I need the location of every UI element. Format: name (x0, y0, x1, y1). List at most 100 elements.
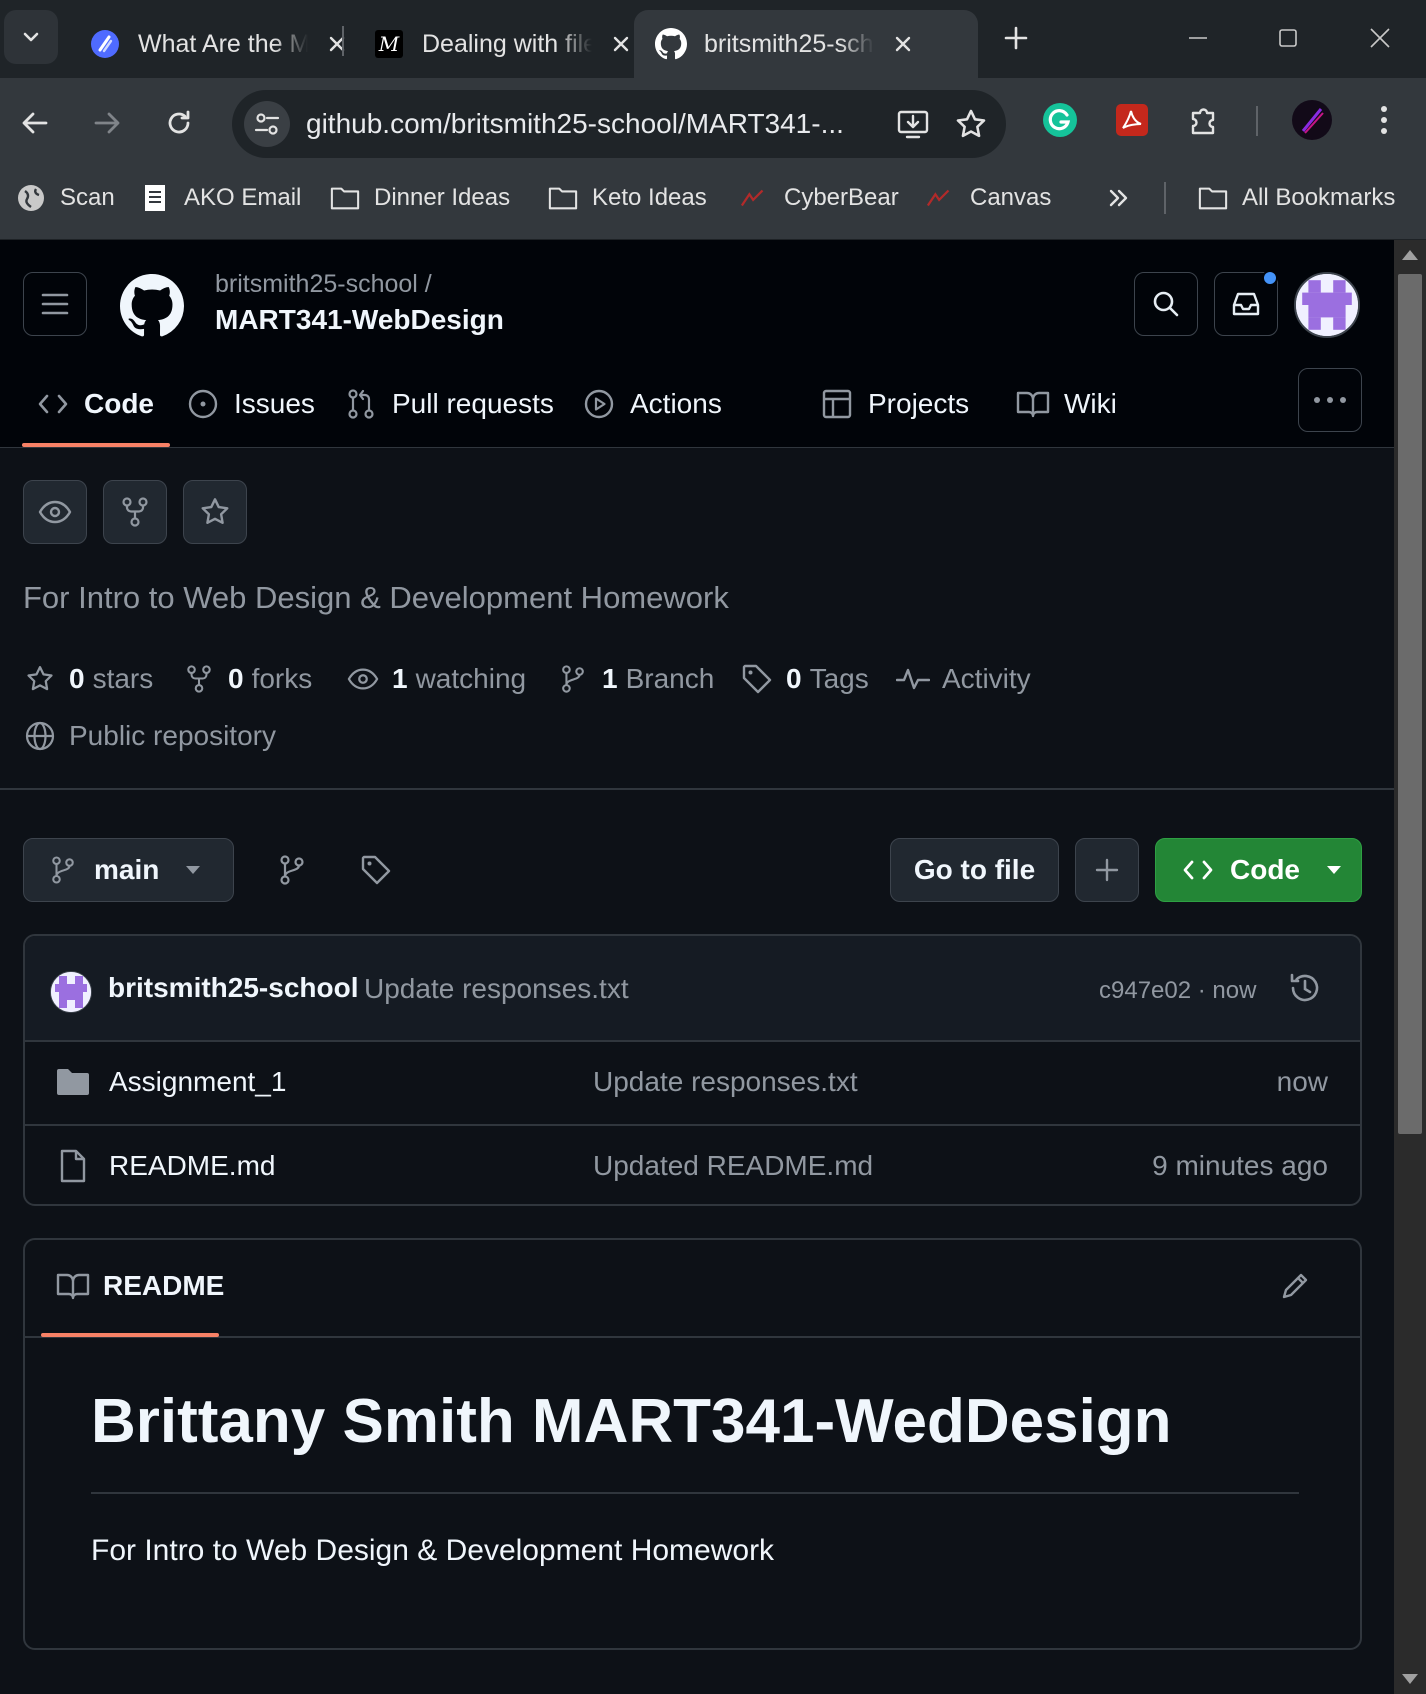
commit-author-avatar[interactable] (50, 971, 92, 1013)
tab-issues[interactable]: Issues (186, 364, 315, 444)
canvas-logo-icon (740, 183, 770, 213)
file-name-link[interactable]: README.md (109, 1150, 275, 1182)
grammarly-icon[interactable] (1040, 100, 1080, 140)
github-logo-icon[interactable] (120, 274, 184, 338)
selected-tab-indicator (22, 443, 170, 447)
global-menu-button[interactable] (23, 272, 87, 336)
star-button[interactable] (183, 480, 247, 544)
browser-tab-2[interactable]: M Dealing with file (352, 10, 656, 78)
file-commit-time: 9 minutes ago (1152, 1150, 1328, 1181)
branches-link[interactable] (270, 848, 314, 892)
table-row[interactable]: Assignment_1 Update responses.txt now (25, 1042, 1360, 1124)
tab-wiki[interactable]: Wiki (1016, 364, 1117, 444)
tab-actions[interactable]: Actions (582, 364, 722, 444)
tags-link[interactable] (354, 848, 398, 892)
eye-icon (346, 662, 380, 696)
tab-code[interactable]: Code (36, 364, 154, 444)
reload-icon (168, 110, 190, 134)
file-commit-message[interactable]: Updated README.md (593, 1150, 873, 1182)
globe-icon (16, 183, 46, 213)
stars-count-link[interactable]: 0 stars (23, 657, 153, 701)
repo-header: britsmith25-school / MART341-WebDesign C… (0, 240, 1394, 448)
more-tabs-button[interactable] (1298, 368, 1362, 432)
more-bookmarks-button[interactable] (1104, 168, 1148, 228)
folder-icon (55, 1064, 91, 1100)
tags-count-link[interactable]: 0 Tags (740, 657, 869, 701)
code-dropdown-button[interactable]: Code (1155, 838, 1362, 902)
table-row[interactable]: README.md Updated README.md 9 minutes ag… (25, 1124, 1360, 1204)
scroll-up-arrow[interactable] (1402, 250, 1418, 260)
install-app-icon[interactable] (896, 107, 930, 141)
add-file-button[interactable] (1075, 838, 1139, 902)
book-icon (55, 1268, 91, 1304)
site-info-button[interactable] (244, 101, 290, 147)
reload-button[interactable] (156, 100, 202, 146)
address-bar[interactable]: github.com/britsmith25-school/MART341-..… (232, 90, 1006, 158)
watch-button[interactable] (23, 480, 87, 544)
commit-author[interactable]: britsmith25-school (108, 972, 358, 1004)
inbox-icon (1232, 292, 1260, 316)
commit-sha-time[interactable]: c947e02 · now (1099, 977, 1256, 1005)
maximize-window-button[interactable] (1268, 18, 1308, 58)
all-bookmarks-button[interactable]: All Bookmarks (1198, 168, 1395, 228)
watching-count-link[interactable]: 1 watching (346, 657, 526, 701)
history-icon[interactable] (1285, 968, 1325, 1008)
file-commit-time: now (1276, 1066, 1328, 1097)
acrobat-icon[interactable] (1112, 100, 1152, 140)
book-icon (1016, 387, 1050, 421)
close-tab-icon[interactable] (888, 29, 918, 59)
table-icon (820, 387, 854, 421)
forward-button[interactable] (84, 100, 130, 146)
new-tab-button[interactable] (996, 18, 1036, 58)
bookmark-canvas[interactable]: Canvas (926, 168, 1051, 228)
repo-owner-link[interactable]: britsmith25-school / (215, 270, 432, 299)
visibility-label: Public repository (23, 714, 276, 758)
close-tab-icon[interactable] (322, 29, 352, 59)
bookmark-ako-email[interactable]: AKO Email (140, 168, 301, 228)
tab-pull-requests[interactable]: Pull requests (344, 364, 554, 444)
bookmark-cyberbear[interactable]: CyberBear (740, 168, 899, 228)
bookmark-star-icon[interactable] (954, 107, 988, 141)
back-button[interactable] (12, 100, 58, 146)
close-icon (1370, 28, 1390, 48)
user-avatar[interactable] (1294, 272, 1360, 338)
double-chevron-right-icon (1104, 183, 1134, 213)
close-tab-icon[interactable] (606, 29, 636, 59)
readme-tab[interactable]: README (55, 1268, 224, 1304)
star-icon (201, 498, 229, 524)
page-scrollbar[interactable] (1394, 240, 1426, 1694)
scroll-thumb[interactable] (1398, 274, 1422, 1134)
readme-body: For Intro to Web Design & Development Ho… (91, 1534, 775, 1567)
browser-menu-icon[interactable] (1364, 100, 1404, 140)
branch-selector[interactable]: main (23, 838, 234, 902)
search-button[interactable] (1134, 272, 1198, 336)
commit-message[interactable]: Update responses.txt (364, 973, 629, 1005)
fork-button[interactable] (103, 480, 167, 544)
forks-count-link[interactable]: 0 forks (182, 657, 312, 701)
pencil-icon[interactable] (1275, 1266, 1315, 1306)
bookmark-dinner-ideas[interactable]: Dinner Ideas (330, 168, 510, 228)
browser-tab-1[interactable]: What Are the M (68, 10, 372, 78)
puzzle-extensions-icon[interactable] (1184, 100, 1224, 140)
minimize-window-button[interactable] (1178, 18, 1218, 58)
close-window-button[interactable] (1360, 18, 1400, 58)
file-commit-message[interactable]: Update responses.txt (593, 1066, 858, 1098)
browser-tab-active[interactable]: britsmith25-school (634, 10, 978, 78)
url-text[interactable]: github.com/britsmith25-school/MART341-..… (306, 90, 886, 158)
repo-name-link[interactable]: MART341-WebDesign (215, 304, 504, 336)
fork-icon (182, 662, 216, 696)
arrow-left-icon (22, 112, 48, 134)
tab-search-button[interactable] (4, 10, 58, 64)
activity-link[interactable]: Activity (896, 657, 1031, 701)
star-icon (23, 662, 57, 696)
bookmark-keto-ideas[interactable]: Keto Ideas (548, 168, 707, 228)
bookmark-scan[interactable]: Scan (16, 168, 115, 228)
plus-icon (1004, 26, 1028, 50)
profile-avatar[interactable] (1290, 98, 1334, 142)
branch-count-link[interactable]: 1 Branch (556, 657, 714, 701)
tab-projects[interactable]: Projects (820, 364, 969, 444)
scroll-down-arrow[interactable] (1402, 1674, 1418, 1684)
readme-heading: Brittany Smith MART341-WedDesign (91, 1387, 1172, 1456)
go-to-file-button[interactable]: Go to file (890, 838, 1059, 902)
file-name-link[interactable]: Assignment_1 (109, 1066, 286, 1098)
